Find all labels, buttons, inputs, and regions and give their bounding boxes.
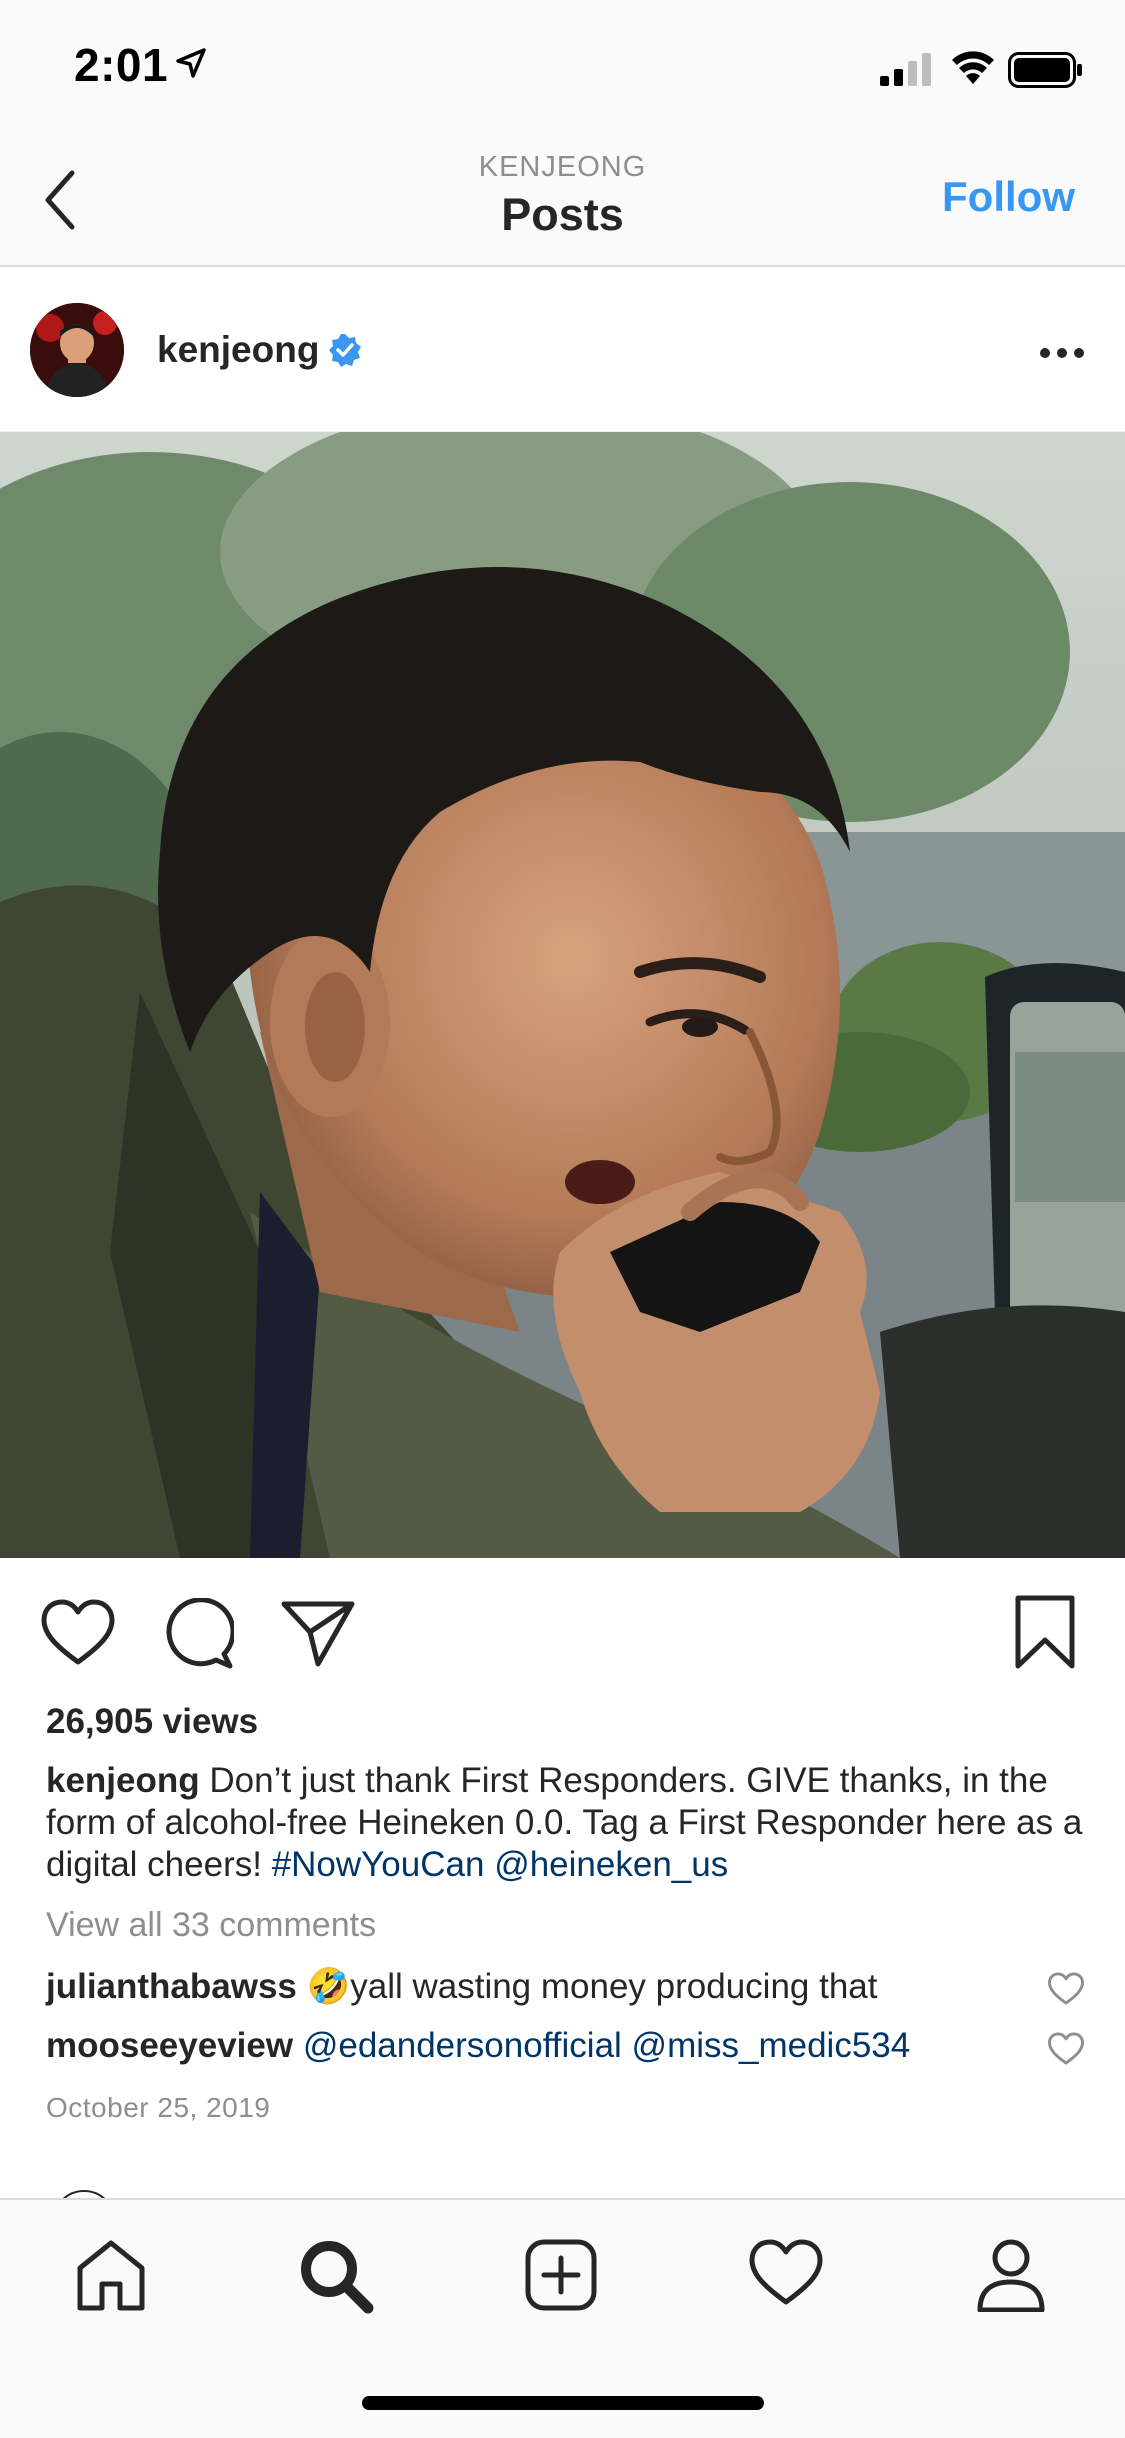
follow-button[interactable]: Follow — [942, 173, 1075, 221]
post-caption: kenjeong Don’t just thank First Responde… — [46, 1760, 1086, 1886]
send-icon[interactable] — [280, 1598, 356, 1668]
post-actions — [0, 1580, 1125, 1690]
post-date: October 25, 2019 — [46, 2092, 271, 2123]
wifi-icon — [952, 51, 994, 84]
caption-username[interactable]: kenjeong — [46, 1761, 200, 1800]
comment-icon[interactable] — [162, 1598, 234, 1670]
comment-text: yall wasting money producing that — [350, 1967, 878, 2006]
more-options-icon[interactable] — [1039, 347, 1085, 359]
avatar[interactable] — [30, 303, 124, 397]
comment-like-heart-icon[interactable] — [1047, 1972, 1085, 2006]
new-post-icon[interactable] — [524, 2238, 598, 2312]
post-username[interactable]: kenjeong — [157, 329, 319, 371]
profile-icon[interactable] — [976, 2238, 1046, 2312]
caption-hashtag[interactable]: #NowYouCan — [272, 1845, 485, 1884]
comment-row: mooseeyeview @edandersonofficial @miss_m… — [46, 2026, 1046, 2066]
comment-username[interactable]: mooseeyeview — [46, 2026, 293, 2065]
comment-mention[interactable]: @edandersonofficial — [303, 2026, 622, 2065]
activity-icon[interactable] — [748, 2238, 824, 2308]
comment-username[interactable]: julianthabawss — [46, 1967, 297, 2006]
verified-badge-icon — [329, 334, 361, 367]
comment-like-heart-icon[interactable] — [1047, 2032, 1085, 2066]
home-indicator[interactable] — [362, 2396, 764, 2410]
cellular-signal-icon — [880, 53, 931, 86]
status-bar: 2:01 — [0, 0, 1125, 135]
post-photo[interactable] — [0, 432, 1125, 1558]
caption-mention[interactable]: @heineken_us — [494, 1845, 728, 1884]
comment-emoji: 🤣 — [306, 1967, 351, 2006]
post-header: kenjeong — [0, 267, 1125, 432]
view-all-comments-link[interactable]: View all 33 comments — [46, 1906, 376, 1945]
navigation-bar: KENJEONG Posts Follow — [0, 135, 1125, 267]
home-icon[interactable] — [74, 2238, 148, 2312]
comment-mention[interactable]: @miss_medic534 — [632, 2026, 911, 2065]
search-icon[interactable] — [298, 2238, 374, 2314]
location-arrow-icon — [176, 48, 206, 78]
comment-row: julianthabawss 🤣yall wasting money produ… — [46, 1966, 1046, 2007]
status-time: 2:01 — [74, 39, 169, 91]
bookmark-icon[interactable] — [1012, 1594, 1078, 1670]
battery-icon — [1008, 52, 1082, 88]
heart-icon[interactable] — [40, 1598, 116, 1668]
view-count[interactable]: 26,905 views — [46, 1702, 258, 1742]
